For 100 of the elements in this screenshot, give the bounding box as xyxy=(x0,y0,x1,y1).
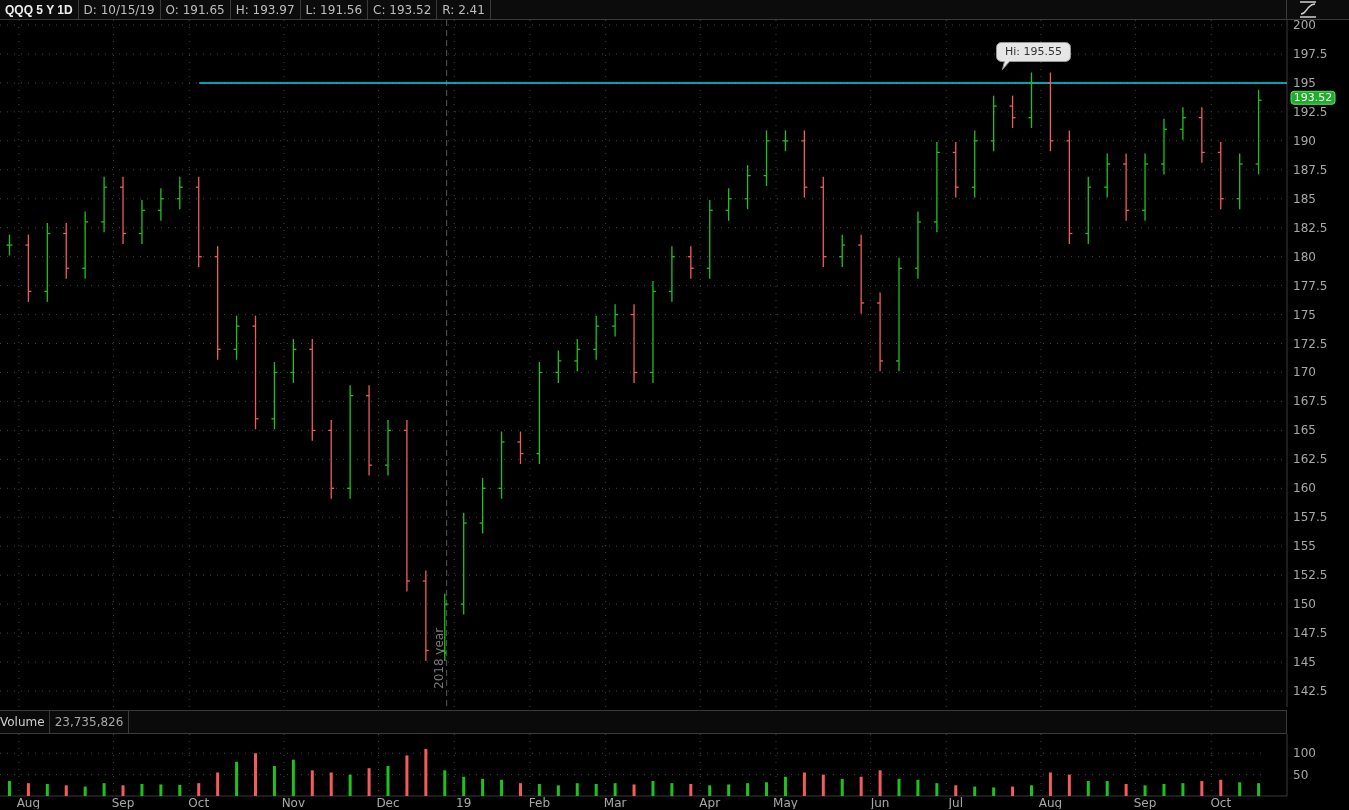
volume-bar xyxy=(1086,781,1090,796)
volume-bar xyxy=(973,786,977,796)
volume-bar xyxy=(916,779,920,796)
high-callout: Hi: 195.55 xyxy=(996,42,1071,70)
volume-bar xyxy=(992,787,996,796)
price-axis-label: 200 xyxy=(1293,20,1316,32)
volume-bar xyxy=(1200,781,1204,796)
volume-bar xyxy=(1067,774,1071,796)
volume-bar xyxy=(878,770,882,796)
price-axis-label: 175 xyxy=(1293,307,1316,322)
volume-bar xyxy=(1181,783,1185,796)
volume-bar xyxy=(367,768,371,796)
month-label: Apr xyxy=(699,796,721,809)
price-axis-label: 152.5 xyxy=(1293,568,1328,583)
volume-bar xyxy=(594,784,598,796)
month-label: Aug xyxy=(1038,796,1063,809)
month-label: Oct xyxy=(188,796,210,809)
price-axis-label: 150 xyxy=(1293,597,1316,612)
month-label: Jun xyxy=(870,796,890,809)
volume-bar xyxy=(765,782,768,796)
curve-icon[interactable] xyxy=(1299,1,1317,18)
month-label: 19 xyxy=(456,796,472,809)
quote-field: O: 191.65 xyxy=(160,0,231,19)
volume-bar xyxy=(26,783,30,796)
price-axis-label: 195 xyxy=(1293,75,1316,90)
volume-bar xyxy=(178,784,182,796)
price-axis-label: 162.5 xyxy=(1293,452,1328,467)
month-label: Oct xyxy=(1210,796,1232,809)
volume-bar xyxy=(216,772,220,796)
symbol-label: QQQ 5 Y 1D xyxy=(0,0,79,19)
volume-bar xyxy=(1238,782,1242,796)
volume-bar xyxy=(500,779,504,796)
month-label: Feb xyxy=(528,796,551,809)
volume-bar xyxy=(1048,772,1052,796)
volume-bar xyxy=(556,785,560,796)
price-axis-label: 157.5 xyxy=(1293,510,1328,525)
volume-bar xyxy=(1143,785,1147,796)
quote-field: L: 191.56 xyxy=(300,0,369,19)
volume-bar xyxy=(897,778,901,796)
quote-field: R: 2.41 xyxy=(437,0,491,19)
volume-bar xyxy=(537,784,541,796)
month-label: Aug xyxy=(16,796,41,809)
price-axis-label: 160 xyxy=(1293,481,1316,496)
last-price-tag: 193.52 xyxy=(1290,90,1336,105)
volume-bar xyxy=(632,784,636,796)
volume-bar xyxy=(1162,784,1166,796)
price-axis-label: 147.5 xyxy=(1293,626,1328,641)
price-axis-label: 165 xyxy=(1293,423,1316,438)
month-label: Mar xyxy=(603,796,627,809)
month-label: Nov xyxy=(281,796,306,809)
volume-bar xyxy=(1219,779,1223,796)
volume-bar xyxy=(424,748,428,796)
price-axis-label: 145 xyxy=(1293,655,1316,670)
price-axis-label: 167.5 xyxy=(1293,394,1328,409)
volume-bar xyxy=(1257,783,1261,796)
volume-bar xyxy=(329,772,333,796)
year-label: 2018 year xyxy=(431,627,446,689)
volume-bar xyxy=(1030,785,1033,796)
price-axis-label: 182.5 xyxy=(1293,220,1328,235)
volume-bar xyxy=(840,778,844,796)
volume-axis-label: 50 xyxy=(1293,767,1309,782)
volume-bar xyxy=(954,785,958,796)
volume-bar xyxy=(670,783,674,796)
volume-bar xyxy=(121,785,125,796)
volume-bar xyxy=(1011,786,1015,796)
month-label: May xyxy=(773,796,798,809)
volume-bar xyxy=(443,770,447,796)
volume-bar xyxy=(783,776,787,796)
price-axis-label: 187.5 xyxy=(1293,162,1328,177)
volume-bar xyxy=(613,783,617,796)
volume-bar xyxy=(83,786,87,796)
volume-bar xyxy=(935,783,939,796)
quote-field: H: 193.97 xyxy=(230,0,301,19)
volume-bar xyxy=(235,761,239,796)
volume-bar xyxy=(462,776,466,796)
volume-value: 23,735,826 xyxy=(49,711,130,733)
volume-bar xyxy=(1105,781,1109,796)
volume-label: Volume xyxy=(0,711,50,733)
month-label: Dec xyxy=(376,796,400,809)
volume-bar xyxy=(575,783,579,796)
month-label: Sep xyxy=(111,796,135,809)
volume-bar xyxy=(405,755,409,796)
price-axis-label: 155 xyxy=(1293,539,1316,554)
volume-bar xyxy=(291,759,295,796)
volume-bar xyxy=(859,776,863,796)
volume-bar xyxy=(727,784,731,796)
volume-bar xyxy=(45,784,49,796)
volume-bar xyxy=(689,784,693,796)
volume-bar xyxy=(386,766,390,796)
price-axis-label: 185 xyxy=(1293,191,1316,206)
volume-bar xyxy=(310,770,314,796)
volume-bar xyxy=(651,781,655,796)
volume-bar xyxy=(102,783,106,796)
price-axis-label: 180 xyxy=(1293,249,1316,264)
price-axis-label: 172.5 xyxy=(1293,336,1328,351)
price-axis-label: 197.5 xyxy=(1293,46,1328,61)
price-axis-label: 192.5 xyxy=(1293,104,1328,119)
volume-bar xyxy=(821,774,825,796)
volume-axis-label: 100 xyxy=(1293,746,1316,761)
volume-bar xyxy=(64,785,68,796)
